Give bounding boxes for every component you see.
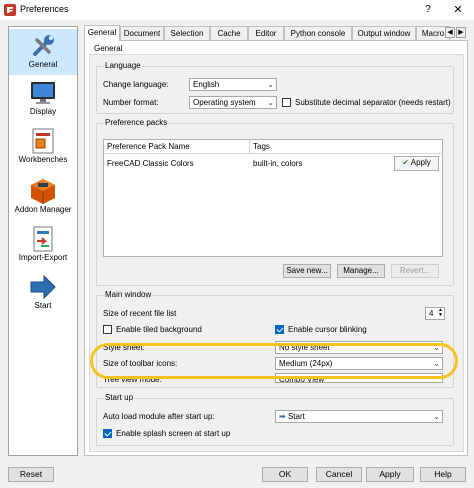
auto-load-value: Start [287, 412, 305, 421]
preference-packs-title: Preference packs [104, 118, 169, 127]
style-sheet-combo[interactable]: No style sheet ⌄ [275, 341, 443, 354]
number-format-value: Operating system [193, 98, 256, 107]
tree-view-combo[interactable]: Combo View [275, 373, 443, 383]
language-group: Language Change language: English ⌄ Numb… [96, 61, 454, 114]
tab-selection[interactable]: Selection [164, 26, 210, 40]
column-header-name[interactable]: Preference Pack Name [104, 140, 250, 154]
window-title: Preferences [20, 4, 69, 14]
general-tab-panel: General Language Change language: Englis… [84, 40, 468, 456]
preference-packs-table: Preference Pack Name Tags FreeCAD Classi… [103, 139, 443, 257]
toolbar-icons-combo[interactable]: Medium (24px) ⌄ [275, 357, 443, 370]
panel-title: General [94, 44, 123, 53]
tab-general[interactable]: General [84, 25, 120, 41]
number-format-label: Number format: [103, 98, 159, 107]
sidebar-item-import-export[interactable]: Import-Export [9, 225, 77, 269]
tab-bar: General Document Selection Cache Editor … [84, 25, 468, 41]
reset-button[interactable]: Reset [8, 467, 54, 482]
sidebar-item-label: Start [34, 301, 52, 310]
apply-pack-button[interactable]: ✔ Apply [394, 156, 439, 171]
language-group-title: Language [104, 61, 142, 70]
cursor-blinking-checkbox[interactable] [275, 325, 284, 334]
general-panel-body: Language Change language: English ⌄ Numb… [89, 54, 464, 452]
style-sheet-label: Style sheet: [103, 343, 145, 352]
recent-files-value: 4 [429, 309, 434, 318]
tab-scroll-left-icon[interactable]: ◀ [445, 27, 455, 38]
number-format-combo[interactable]: Operating system ⌄ [189, 96, 277, 109]
help-button[interactable]: Help [420, 467, 466, 482]
save-new-button[interactable]: Save new... [283, 264, 331, 278]
chevron-down-icon: ⌄ [267, 80, 274, 89]
tab-python-console[interactable]: Python console [284, 26, 352, 40]
chevron-down-icon: ⌄ [433, 359, 440, 368]
addon-icon [29, 177, 57, 205]
ok-button[interactable]: OK [262, 467, 308, 482]
chevron-down-icon: ⌄ [267, 98, 274, 107]
main-window-title: Main window [104, 290, 153, 299]
table-row[interactable]: FreeCAD Classic Colors built-in, colors … [104, 155, 442, 173]
tiled-background-checkbox[interactable] [103, 325, 112, 334]
sidebar-item-general[interactable]: General [9, 29, 77, 75]
sidebar-item-display[interactable]: Display [9, 79, 77, 123]
substitute-decimal-checkbox[interactable] [282, 98, 291, 107]
wrench-icon [29, 32, 57, 60]
splash-screen-label: Enable splash screen at start up [116, 429, 231, 438]
sidebar-item-label: Import-Export [18, 253, 68, 262]
help-title-button[interactable]: ? [420, 2, 436, 18]
tree-view-value: Combo View [279, 375, 325, 383]
substitute-decimal-label: Substitute decimal separator (needs rest… [295, 98, 451, 107]
column-header-tags[interactable]: Tags [250, 140, 442, 154]
apply-button[interactable]: Apply [366, 467, 414, 482]
sidebar-item-workbenches[interactable]: Workbenches [9, 127, 77, 171]
monitor-icon [29, 79, 57, 107]
tab-editor[interactable]: Editor [248, 26, 284, 40]
toolbar-icons-label: Size of toolbar icons: [103, 359, 178, 368]
tiled-background-label: Enable tiled background [116, 325, 202, 334]
start-up-group: Start up Auto load module after start up… [96, 393, 454, 446]
tree-view-label: Tree view mode: [103, 375, 162, 384]
preference-packs-group: Preference packs Preference Pack Name Ta… [96, 118, 454, 286]
sidebar-item-addon-manager[interactable]: Addon Manager [9, 177, 77, 221]
checkmark-icon: ✔ [402, 158, 409, 167]
apply-pack-label: Apply [410, 158, 431, 167]
cancel-button[interactable]: Cancel [316, 467, 362, 482]
pack-name-cell: FreeCAD Classic Colors [107, 159, 194, 168]
change-language-label: Change language: [103, 80, 169, 89]
arrow-right-icon [29, 273, 57, 301]
spin-arrows-icon[interactable]: ▲ ▼ [438, 308, 443, 318]
manage-button[interactable]: Manage... [337, 264, 385, 278]
workbench-icon [29, 127, 57, 155]
toolbar-icons-value: Medium (24px) [279, 359, 333, 368]
sidebar-item-label: Addon Manager [14, 205, 72, 214]
chevron-down-icon: ⌄ [433, 412, 440, 421]
change-language-value: English [193, 80, 220, 89]
title-bar: Preferences ? ✕ [0, 0, 474, 20]
tab-output-window[interactable]: Output window [352, 26, 416, 40]
revert-button[interactable]: Revert... [391, 264, 439, 278]
sidebar-item-label: Display [29, 107, 57, 116]
recent-files-spinbox[interactable]: 4 ▲ ▼ [425, 307, 445, 320]
change-language-combo[interactable]: English ⌄ [189, 78, 277, 91]
chevron-down-icon: ⌄ [433, 343, 440, 352]
preferences-sidebar: General Display Workbenches Addon Manage… [8, 26, 78, 456]
sidebar-item-start[interactable]: Start [9, 273, 77, 317]
tab-document[interactable]: Document [120, 26, 164, 40]
pack-tags-cell: built-in, colors [253, 159, 303, 168]
start-up-title: Start up [104, 393, 135, 402]
tab-scroll-right-icon[interactable]: ▶ [456, 27, 466, 38]
splash-screen-checkbox[interactable] [103, 429, 112, 438]
import-export-icon [29, 225, 57, 253]
tab-cache[interactable]: Cache [210, 26, 248, 40]
sidebar-item-label: Workbenches [18, 155, 68, 164]
close-button[interactable]: ✕ [450, 2, 466, 18]
cursor-blinking-label: Enable cursor blinking [288, 325, 367, 334]
sidebar-item-label: General [28, 60, 58, 69]
recent-files-label: Size of recent file list [103, 309, 177, 318]
auto-load-combo[interactable]: ➡ Start ⌄ [275, 410, 443, 423]
style-sheet-value: No style sheet [279, 343, 330, 352]
main-window-group: Main window Size of recent file list 4 ▲… [96, 290, 454, 388]
auto-load-label: Auto load module after start up: [103, 412, 215, 421]
freecad-app-icon [4, 4, 16, 16]
arrow-right-icon: ➡ [279, 412, 286, 421]
